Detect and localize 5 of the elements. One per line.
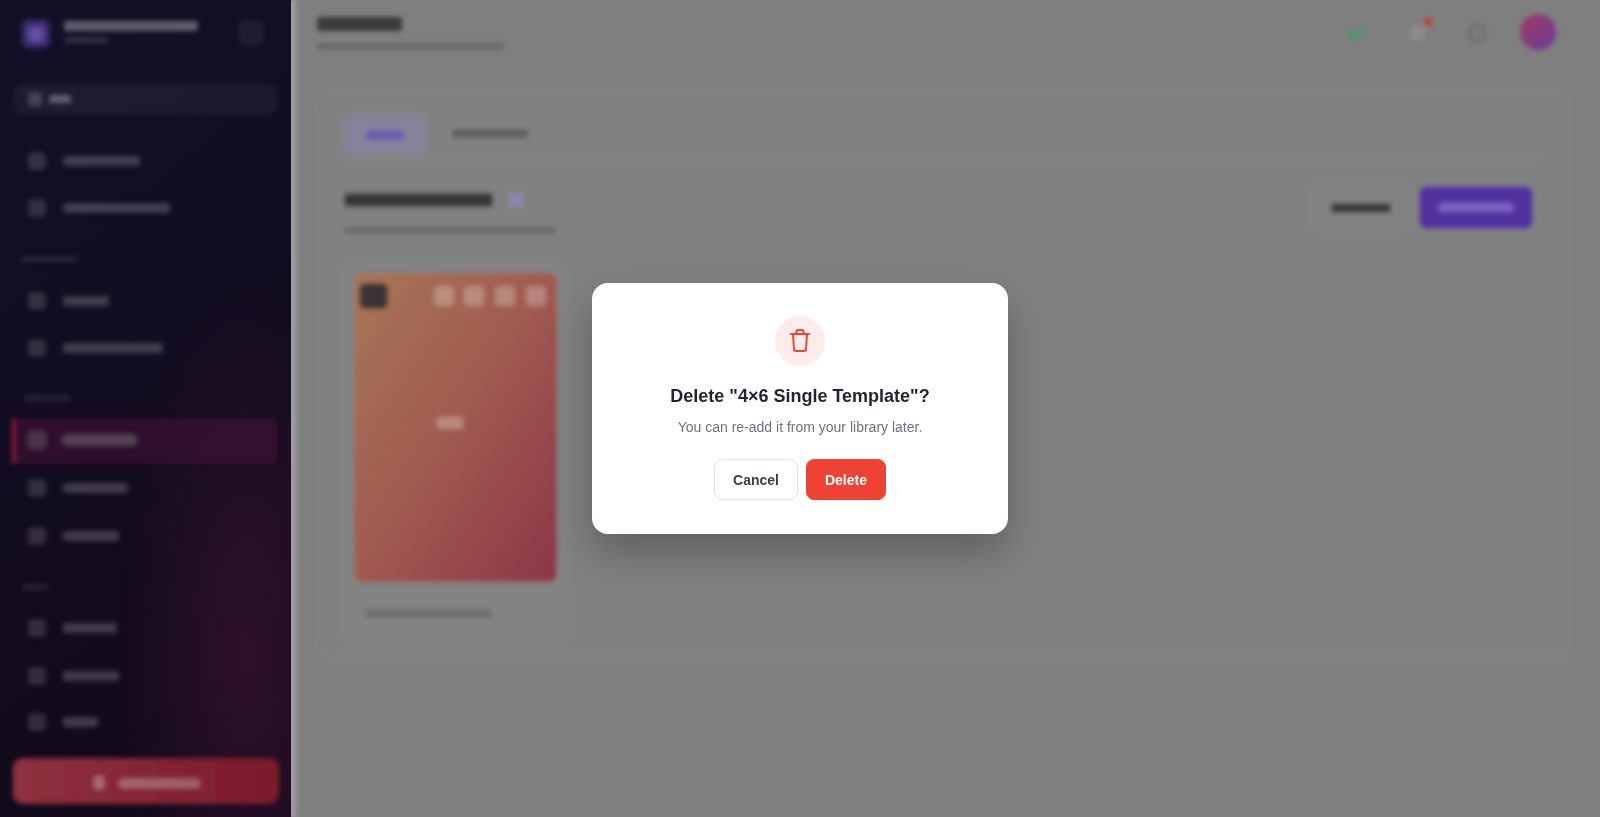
dialog-title: Delete "4×6 Single Template"? <box>669 384 931 408</box>
delete-button[interactable]: Delete <box>805 459 886 501</box>
trash-icon <box>775 315 825 366</box>
cancel-button[interactable]: Cancel <box>714 459 798 501</box>
dialog-message: You can re-add it from your library later. <box>676 417 924 437</box>
